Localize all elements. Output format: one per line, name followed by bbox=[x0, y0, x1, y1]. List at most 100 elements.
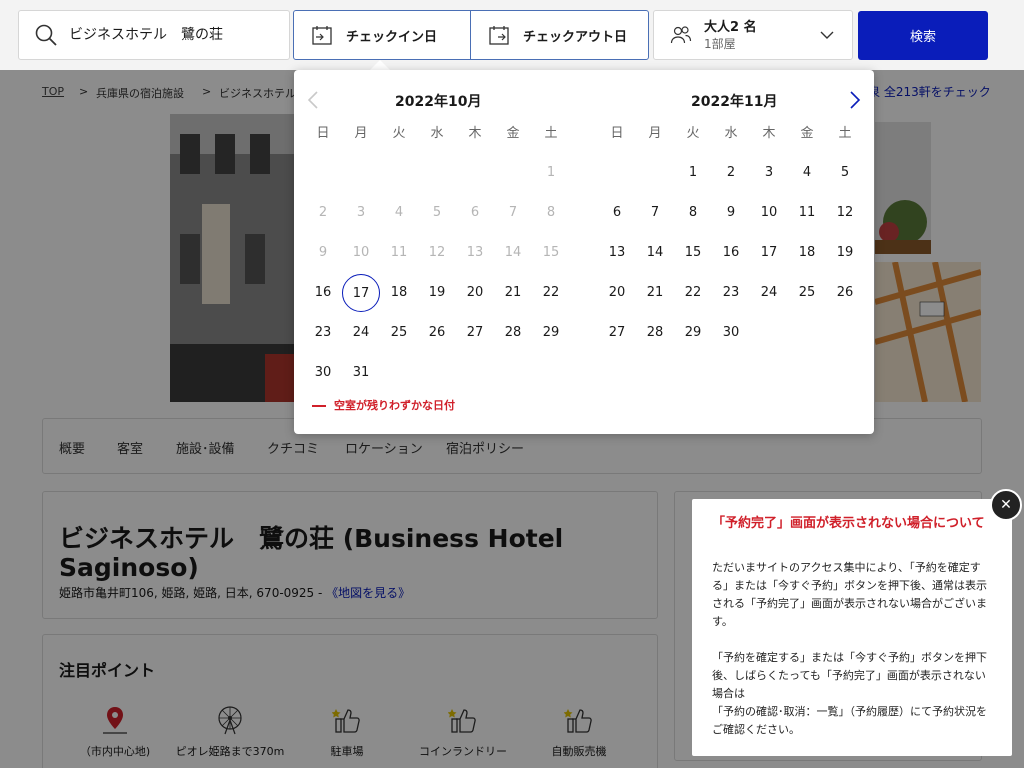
next-month-icon[interactable] bbox=[849, 91, 861, 109]
calendar-day[interactable]: 4 bbox=[788, 154, 826, 192]
calendar-day[interactable]: 26 bbox=[826, 274, 864, 312]
calendar-day[interactable]: 30 bbox=[712, 314, 750, 352]
notice-paragraph: ただいまサイトのアクセス集中により､「予約を確定する」または「今すぐ予約」ボタン… bbox=[712, 561, 987, 628]
calendar-day: 11 bbox=[390, 245, 408, 260]
calendar-day[interactable]: 16 bbox=[304, 274, 342, 312]
calendar-day[interactable]: 27 bbox=[456, 314, 494, 352]
calendar-day[interactable]: 11 bbox=[788, 194, 826, 232]
checkout-date-field[interactable]: チェックアウト日 bbox=[470, 10, 649, 60]
search-icon bbox=[35, 24, 57, 46]
calendar-day: 12 bbox=[428, 245, 446, 260]
calendar-day[interactable]: 20 bbox=[598, 274, 636, 312]
calendar-day[interactable]: 2 bbox=[712, 154, 750, 192]
calendar-day[interactable]: 25 bbox=[380, 314, 418, 352]
weekday-header: 木 bbox=[468, 126, 482, 141]
calendar-day[interactable]: 13 bbox=[598, 234, 636, 272]
calendar-day: 1 bbox=[546, 165, 556, 180]
calendar-day-today[interactable]: 17 bbox=[342, 274, 380, 312]
notice-paragraph: 「予約を確定する」または「今すぐ予約」ボタンを押下後、しばらくたっても「予約完了… bbox=[712, 651, 987, 700]
calendar-day[interactable]: 17 bbox=[750, 234, 788, 272]
calendar-day[interactable]: 19 bbox=[418, 274, 456, 312]
legend-dash bbox=[312, 405, 326, 407]
calendar-caret bbox=[370, 60, 390, 70]
calendar-in-icon bbox=[312, 26, 332, 45]
weekday-header: 日 bbox=[316, 126, 330, 141]
calendar-day: 9 bbox=[318, 245, 328, 260]
calendar-out-icon bbox=[489, 26, 509, 45]
weekday-header: 日 bbox=[610, 126, 624, 141]
calendar-day[interactable]: 27 bbox=[598, 314, 636, 352]
calendar-day[interactable]: 22 bbox=[674, 274, 712, 312]
prev-month-icon[interactable] bbox=[307, 91, 319, 109]
search-button[interactable]: 検索 bbox=[858, 11, 988, 60]
rooms-count: 1部屋 bbox=[704, 37, 736, 51]
date-picker: 2022年10月日月火水木金土 1 2 3 4 5 6 7 8 9 10 11 12 13 14 15 16 17… bbox=[294, 70, 874, 434]
calendar-day[interactable]: 9 bbox=[712, 194, 750, 232]
guests-selector[interactable]: 大人2 名 1部屋 bbox=[653, 10, 853, 60]
calendar-day[interactable]: 24 bbox=[342, 314, 380, 352]
calendar-day[interactable]: 8 bbox=[674, 194, 712, 232]
calendar-day[interactable]: 29 bbox=[532, 314, 570, 352]
calendar-day[interactable]: 18 bbox=[380, 274, 418, 312]
weekday-header: 火 bbox=[392, 126, 406, 141]
calendar-day: 14 bbox=[504, 245, 522, 260]
weekday-header: 月 bbox=[648, 126, 662, 141]
calendar-day[interactable]: 28 bbox=[494, 314, 532, 352]
adults-count: 大人2 名 bbox=[704, 20, 757, 35]
weekday-header: 金 bbox=[506, 126, 520, 141]
calendar-day[interactable]: 15 bbox=[674, 234, 712, 272]
close-icon: ✕ bbox=[1000, 497, 1012, 513]
calendar-day: 6 bbox=[470, 205, 480, 220]
weekday-header: 水 bbox=[724, 126, 738, 141]
calendar-day[interactable]: 1 bbox=[674, 154, 712, 192]
calendar-day[interactable]: 3 bbox=[750, 154, 788, 192]
calendar-day[interactable]: 10 bbox=[750, 194, 788, 232]
calendar-day[interactable]: 21 bbox=[636, 274, 674, 312]
people-icon bbox=[670, 26, 692, 44]
calendar-day: 5 bbox=[432, 205, 442, 220]
calendar-day[interactable]: 23 bbox=[712, 274, 750, 312]
weekday-header: 木 bbox=[762, 126, 776, 141]
legend-text: 空室が残りわずかな日付 bbox=[334, 399, 455, 412]
month-title: 2022年10月 bbox=[395, 94, 482, 110]
calendar-day[interactable]: 5 bbox=[826, 154, 864, 192]
search-query: ビジネスホテル 鷺の荘 bbox=[69, 27, 223, 43]
calendar-day[interactable]: 18 bbox=[788, 234, 826, 272]
calendar-day: 4 bbox=[394, 205, 404, 220]
close-popup-button[interactable]: ✕ bbox=[990, 489, 1022, 521]
calendar-day[interactable]: 31 bbox=[342, 354, 380, 392]
calendar-day[interactable]: 21 bbox=[494, 274, 532, 312]
calendar-day[interactable]: 28 bbox=[636, 314, 674, 352]
search-input[interactable]: ビジネスホテル 鷺の荘 bbox=[18, 10, 290, 60]
notice-title: 「予約完了」画面が表示されない場合について bbox=[712, 516, 985, 531]
calendar-day[interactable]: 26 bbox=[418, 314, 456, 352]
calendar-day[interactable]: 23 bbox=[304, 314, 342, 352]
weekday-header: 月 bbox=[354, 126, 368, 141]
calendar-day[interactable]: 19 bbox=[826, 234, 864, 272]
notice-paragraph: 「予約の確認･取消：一覧」（予約履歴）にて予約状況をご確認ください。 bbox=[712, 705, 987, 736]
calendar-day[interactable]: 6 bbox=[598, 194, 636, 232]
calendar-day[interactable]: 24 bbox=[750, 274, 788, 312]
calendar-day: 15 bbox=[542, 245, 560, 260]
calendar-day[interactable]: 7 bbox=[636, 194, 674, 232]
month-title: 2022年11月 bbox=[691, 94, 778, 110]
notice-body: ただいまサイトのアクセス集中により､「予約を確定する」または「今すぐ予約」ボタン… bbox=[712, 559, 996, 757]
calendar-day[interactable]: 30 bbox=[304, 354, 342, 392]
search-bar: ビジネスホテル 鷺の荘 チェックイン日 チェックアウト日 大人2 名 1部屋 検… bbox=[0, 0, 1024, 70]
calendar-day[interactable]: 25 bbox=[788, 274, 826, 312]
calendar-day[interactable]: 16 bbox=[712, 234, 750, 272]
calendar-day[interactable]: 29 bbox=[674, 314, 712, 352]
calendar-day[interactable]: 12 bbox=[826, 194, 864, 232]
availability-legend: 空室が残りわずかな日付 bbox=[312, 397, 455, 413]
calendar-day[interactable]: 22 bbox=[532, 274, 570, 312]
calendar-day[interactable]: 20 bbox=[456, 274, 494, 312]
calendar-day: 2 bbox=[318, 205, 328, 220]
chevron-down-icon bbox=[820, 31, 834, 39]
calendar-day[interactable]: 14 bbox=[636, 234, 674, 272]
checkin-date-field[interactable]: チェックイン日 bbox=[293, 10, 471, 60]
weekday-header: 火 bbox=[686, 126, 700, 141]
calendar-day: 13 bbox=[466, 245, 484, 260]
calendar-day: 10 bbox=[352, 245, 370, 260]
calendar-day: 7 bbox=[508, 205, 518, 220]
weekday-header: 土 bbox=[838, 126, 852, 141]
